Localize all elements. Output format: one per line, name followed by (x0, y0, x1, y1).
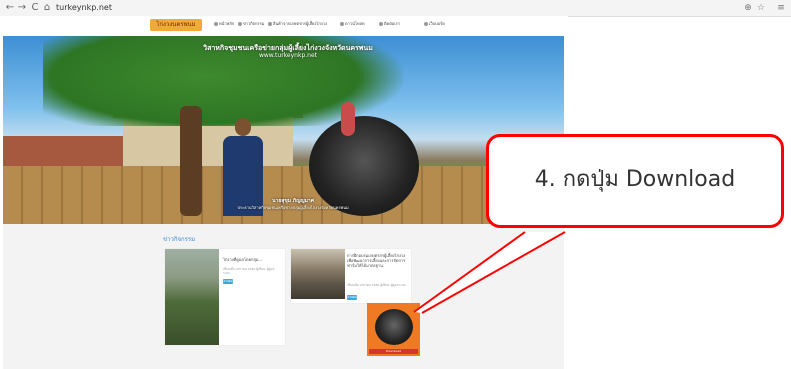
instruction-callout: 4. กดปุ่ม Download (486, 134, 788, 232)
callout-pointer-line-left (413, 231, 526, 313)
callout-pointer-line-right (421, 231, 566, 314)
callout-text: 4. กดปุ่ม Download (534, 167, 736, 192)
